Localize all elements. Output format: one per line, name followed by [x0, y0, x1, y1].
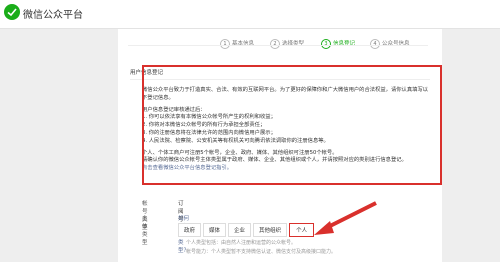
subject-type-options: 政府 媒体 企业 其他组织 个人 [118, 223, 442, 237]
step-basic-info: 1 基本信息 [220, 39, 254, 49]
red-arrow-annotation [314, 201, 377, 235]
app-title: 微信公众平台 [23, 10, 83, 21]
top-bar: 微信公众平台 [0, 0, 500, 29]
option-enterprise[interactable]: 企业 [228, 223, 252, 237]
step-indicator: 1 基本信息 2 选择类型 3 信息登记 4 公众号信息 [118, 39, 442, 53]
step-account-info: 4 公众号信息 [370, 39, 410, 49]
notice-highlight-box [142, 65, 442, 185]
wechat-logo-icon [4, 4, 20, 20]
subject-hint-2: 帐号能力：个人类型暂不支持微信认证、微信支付及高级接口能力。 [186, 249, 337, 255]
steps-divider [128, 45, 428, 46]
subject-hint-1: 个人类型包括：由自然人注册和运营的公众帐号。 [186, 240, 297, 246]
option-other-organization[interactable]: 其他组织 [253, 223, 288, 237]
step-select-type: 2 选择类型 [270, 39, 304, 49]
option-media[interactable]: 媒体 [203, 223, 227, 237]
step-info-registration: 3 信息登记 [321, 39, 355, 49]
option-government[interactable]: 政府 [178, 223, 202, 237]
